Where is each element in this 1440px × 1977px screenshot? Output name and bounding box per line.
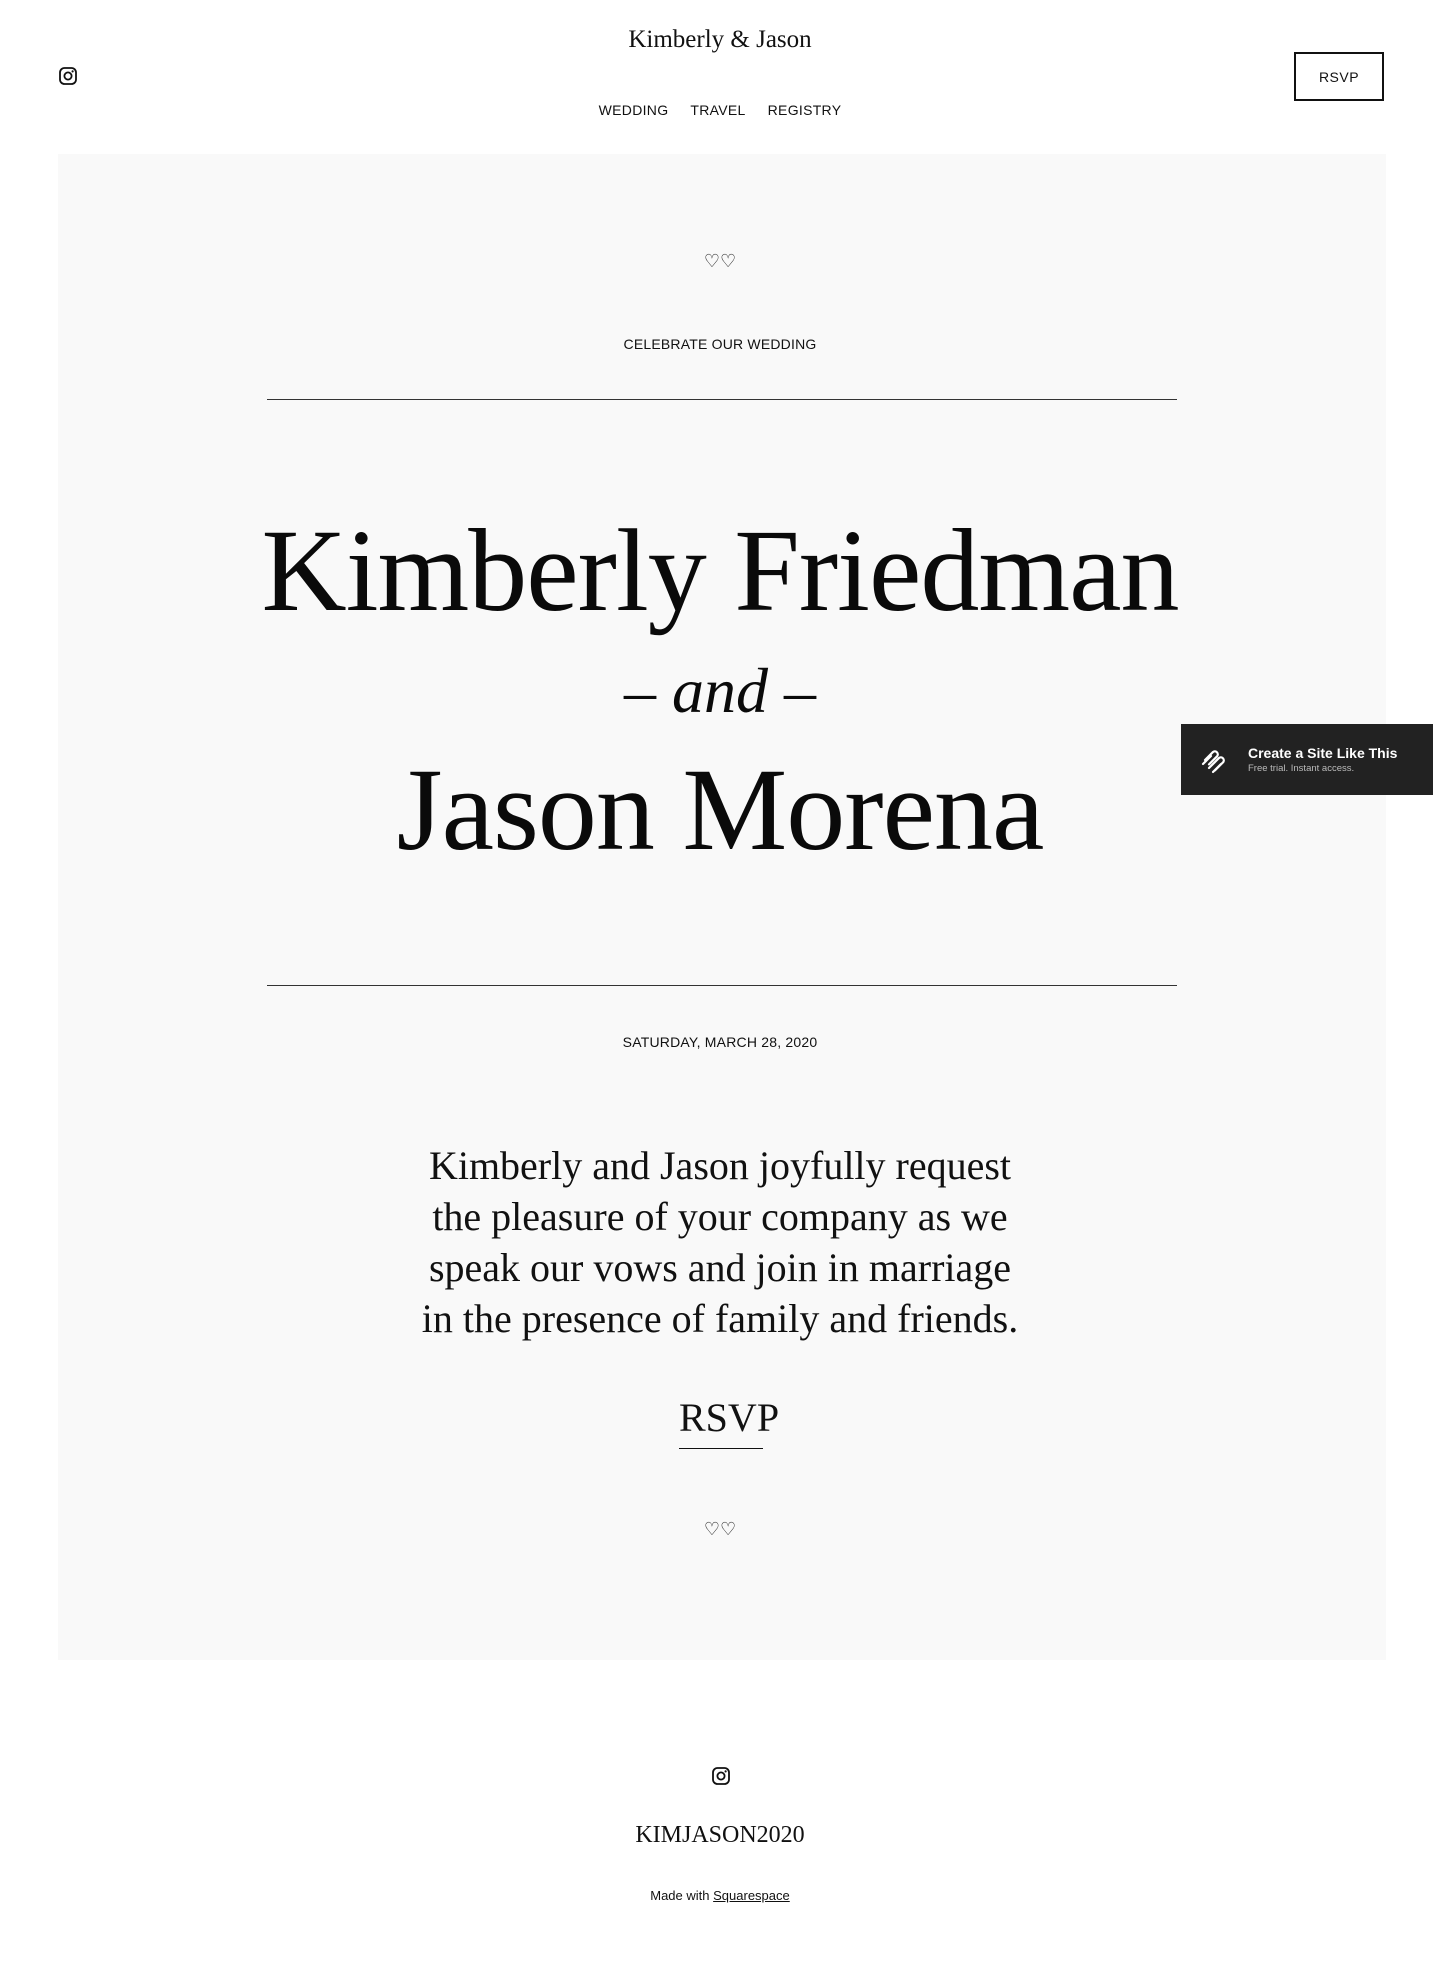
celebrate-heading: CELEBRATE OUR WEDDING bbox=[623, 336, 817, 352]
nav-item-wedding[interactable]: WEDDING bbox=[599, 102, 669, 118]
and-suffix: – bbox=[768, 655, 816, 726]
and-word: and bbox=[672, 655, 768, 726]
rsvp-button[interactable]: RSVP bbox=[1294, 52, 1384, 101]
made-with-prefix: Made with bbox=[650, 1888, 714, 1903]
hearts-bottom: ♡♡ bbox=[703, 1519, 737, 1539]
invite-line: Kimberly and Jason joyfully request bbox=[428, 1143, 1012, 1188]
made-with-text: Made with Squarespace bbox=[0, 1888, 1440, 1903]
rsvp-link[interactable]: RSVP bbox=[679, 1398, 779, 1449]
site-header: Kimberly & Jason RSVP WEDDING TRAVEL REG… bbox=[0, 0, 1440, 150]
invite-line: the pleasure of your company as we bbox=[432, 1194, 1008, 1239]
instagram-icon[interactable] bbox=[711, 1766, 731, 1786]
squarespace-link[interactable]: Squarespace bbox=[713, 1888, 790, 1903]
invite-line: speak our vows and join in marriage bbox=[428, 1245, 1012, 1290]
nav-item-travel[interactable]: TRAVEL bbox=[690, 102, 745, 118]
footer-brand: KIMJASON2020 bbox=[635, 1822, 805, 1848]
divider-bottom bbox=[267, 985, 1177, 986]
invite-line: in the presence of family and friends. bbox=[421, 1296, 1019, 1341]
name-one: Kimberly Friedman bbox=[261, 505, 1180, 636]
site-title[interactable]: Kimberly & Jason bbox=[0, 26, 1440, 54]
divider-top bbox=[267, 399, 1177, 400]
squarespace-badge[interactable]: Create a Site Like This Free trial. Inst… bbox=[1181, 724, 1433, 795]
invitation-text: Kimberly and Jason joyfully request the … bbox=[0, 1140, 1440, 1344]
wedding-date: SATURDAY, MARCH 28, 2020 bbox=[622, 1034, 818, 1050]
badge-title: Create a Site Like This bbox=[1248, 745, 1398, 761]
squarespace-logo-icon bbox=[1201, 750, 1225, 774]
hearts-top: ♡♡ bbox=[703, 251, 737, 271]
nav-item-registry[interactable]: REGISTRY bbox=[768, 102, 842, 118]
instagram-icon[interactable] bbox=[58, 66, 78, 86]
badge-subtitle: Free trial. Instant access. bbox=[1248, 763, 1355, 774]
and-separator: – and – bbox=[0, 659, 1440, 723]
main-nav: WEDDING TRAVEL REGISTRY bbox=[0, 102, 1440, 118]
and-prefix: – bbox=[624, 655, 672, 726]
